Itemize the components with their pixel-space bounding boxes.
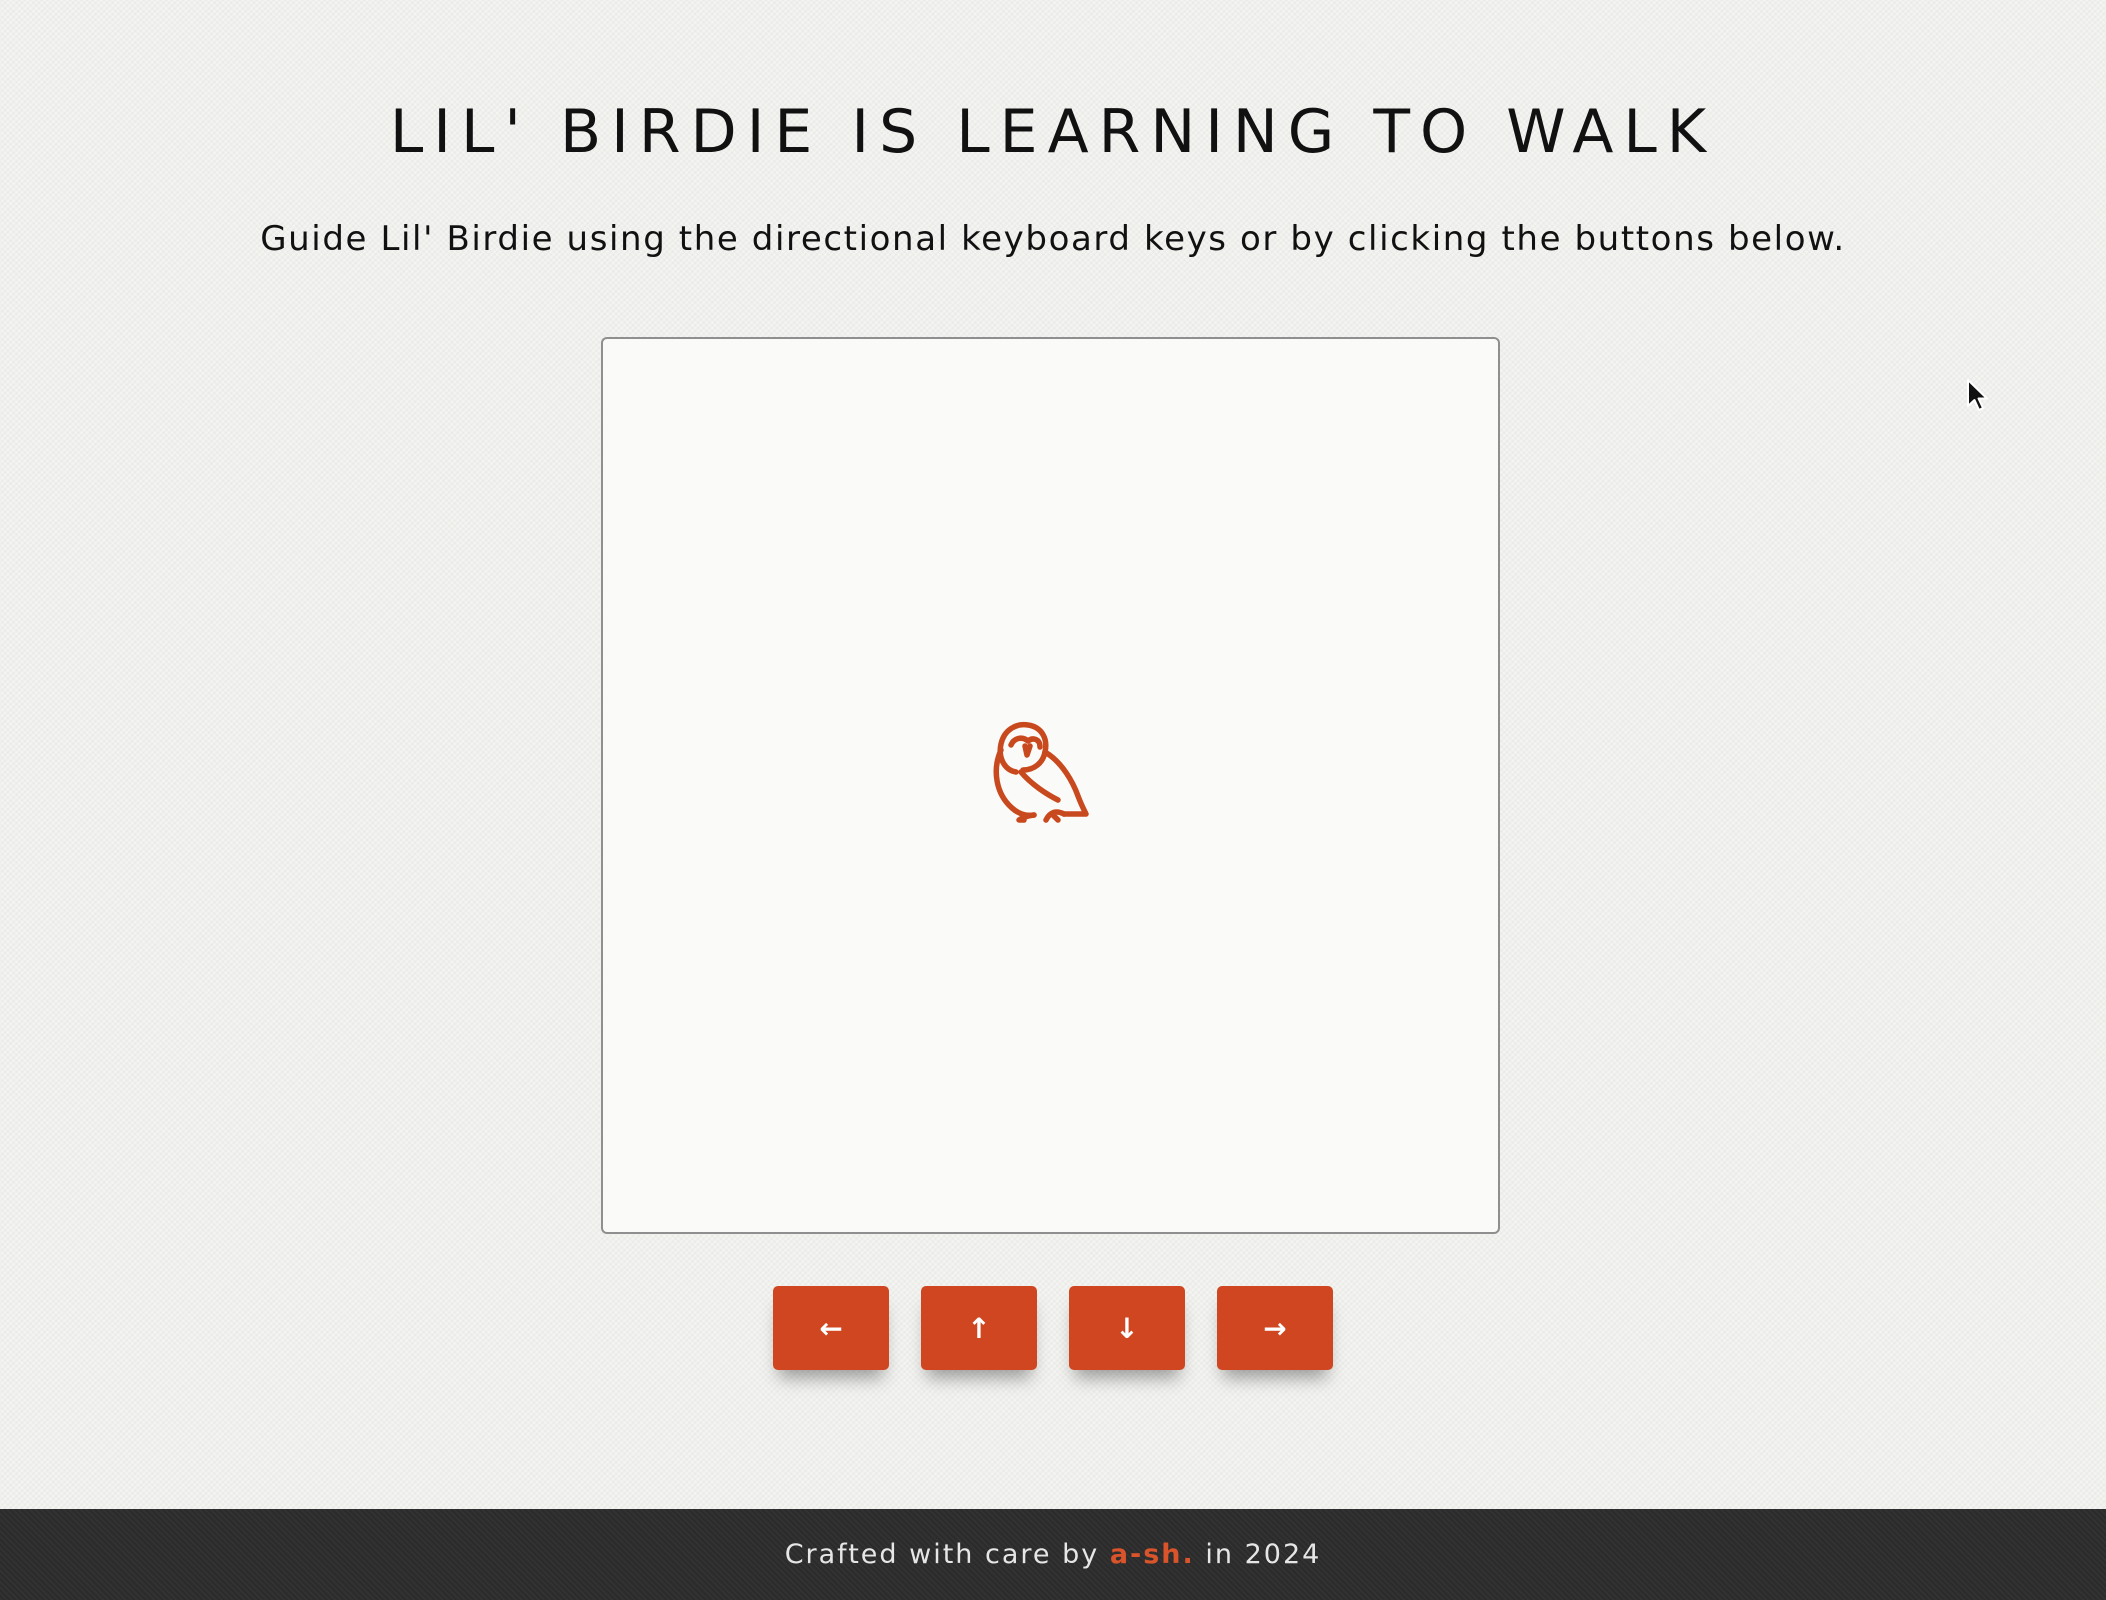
direction-controls: ← ↑ ↓ → [0, 1286, 2106, 1370]
game-board [601, 337, 1500, 1234]
footer-prefix: Crafted with care by [784, 1539, 1100, 1570]
page-subtitle: Guide Lil' Birdie using the directional … [260, 219, 1846, 259]
move-down-button[interactable]: ↓ [1069, 1286, 1185, 1370]
footer: Crafted with care by a-sh. in 2024 [0, 1509, 2106, 1600]
page-title: LIL' BIRDIE IS LEARNING TO WALK [389, 97, 1717, 167]
move-left-button[interactable]: ← [773, 1286, 889, 1370]
mouse-cursor-icon [1967, 379, 1988, 411]
footer-brand-link[interactable]: a-sh. [1110, 1539, 1195, 1570]
move-right-button[interactable]: → [1217, 1286, 1333, 1370]
footer-suffix: in 2024 [1205, 1539, 1322, 1570]
move-up-button[interactable]: ↑ [921, 1286, 1037, 1370]
owl-icon [993, 721, 1089, 823]
